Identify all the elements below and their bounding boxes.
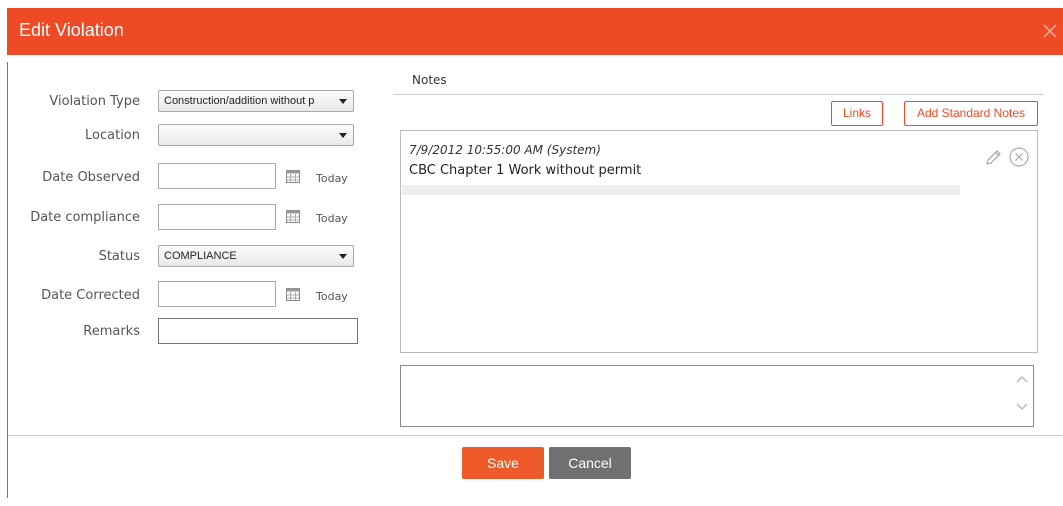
note-meta: 7/9/2012 10:55:00 AM (System)	[409, 143, 601, 157]
scroll-down-icon[interactable]	[1015, 402, 1029, 412]
calendar-icon[interactable]	[286, 210, 300, 223]
date-observed-label: Date Observed	[42, 170, 140, 185]
dialog-left-border	[7, 62, 8, 498]
date-compliance-input[interactable]	[158, 204, 276, 230]
date-observed-today-link[interactable]: Today	[316, 172, 348, 185]
new-note-textarea[interactable]	[400, 365, 1034, 427]
links-button[interactable]: Links	[831, 101, 883, 126]
status-value: COMPLIANCE	[164, 250, 237, 262]
date-corrected-today-link[interactable]: Today	[316, 290, 348, 303]
note-text: CBC Chapter 1 Work without permit	[409, 163, 642, 178]
calendar-icon[interactable]	[286, 288, 300, 301]
dialog-titlebar: Edit Violation	[7, 8, 1063, 55]
edit-violation-dialog: Edit Violation Violation Type Constructi…	[0, 0, 1063, 506]
remarks-input[interactable]	[158, 318, 358, 344]
notes-header: Notes	[412, 73, 447, 87]
chevron-down-icon	[339, 254, 347, 259]
date-observed-input[interactable]	[158, 163, 276, 189]
location-label: Location	[85, 128, 140, 143]
chevron-down-icon	[339, 133, 347, 138]
add-standard-notes-button[interactable]: Add Standard Notes	[904, 101, 1038, 126]
close-icon[interactable]	[1041, 22, 1059, 40]
location-select[interactable]	[158, 124, 354, 146]
dialog-title: Edit Violation	[19, 20, 124, 40]
note-divider	[402, 185, 960, 195]
violation-type-value: Construction/addition without p	[164, 95, 315, 107]
violation-type-label: Violation Type	[49, 94, 140, 109]
save-button[interactable]: Save	[462, 447, 544, 479]
violation-type-select[interactable]: Construction/addition without p	[158, 90, 354, 112]
status-label: Status	[98, 249, 140, 264]
delete-note-icon[interactable]	[1008, 146, 1030, 168]
footer-divider	[8, 435, 1063, 436]
date-compliance-label: Date compliance	[30, 210, 140, 225]
remarks-label: Remarks	[83, 324, 140, 339]
scroll-up-icon[interactable]	[1015, 374, 1029, 384]
date-corrected-label: Date Corrected	[41, 288, 140, 303]
cancel-button[interactable]: Cancel	[549, 447, 631, 479]
notes-list: 7/9/2012 10:55:00 AM (System) CBC Chapte…	[400, 130, 1038, 353]
pencil-icon[interactable]	[984, 149, 1002, 167]
status-select[interactable]: COMPLIANCE	[158, 245, 354, 267]
calendar-icon[interactable]	[286, 170, 300, 183]
chevron-down-icon	[339, 99, 347, 104]
notes-divider	[393, 94, 1043, 95]
date-compliance-today-link[interactable]: Today	[316, 212, 348, 225]
date-corrected-input[interactable]	[158, 281, 276, 307]
